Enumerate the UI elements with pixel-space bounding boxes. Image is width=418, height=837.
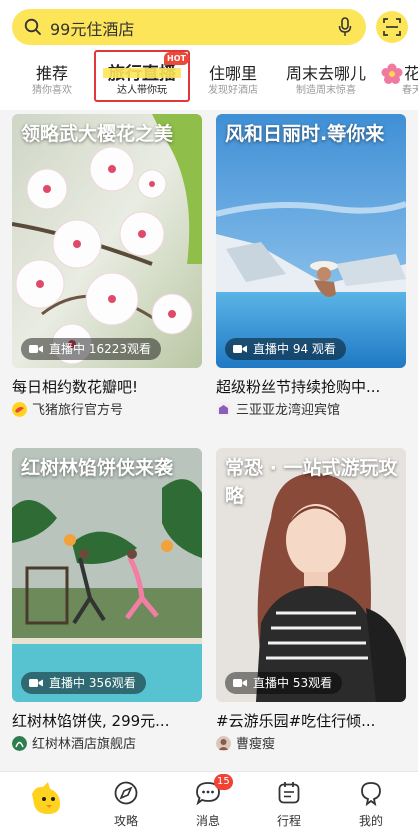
card-title[interactable]: 红树林馅饼侠, 299元...: [12, 710, 202, 732]
card-thumbnail[interactable]: 红树林馅饼侠来袭 直播中 356观看: [12, 448, 202, 702]
live-viewers-badge: 直播中 356观看: [21, 672, 146, 694]
infinity-pool-image: [216, 114, 406, 368]
card-thumbnail[interactable]: 常恐 · 一站式游玩攻略 直播中 53观看: [216, 448, 406, 702]
hotel-avatar-icon: [12, 735, 27, 751]
search-icon: [24, 18, 41, 35]
hot-badge: HOT: [164, 52, 189, 65]
cherry-blossom-image: [12, 114, 202, 368]
tab-subtitle: 春天: [402, 85, 418, 96]
card-author[interactable]: 飞猪旅行官方号: [12, 401, 202, 420]
card-title[interactable]: 每日相约数花瓣吧!: [12, 376, 202, 398]
card-title[interactable]: 超级粉丝节持续抢购中...: [216, 376, 406, 398]
tab-title: 周末去哪儿: [285, 64, 366, 83]
live-viewers-badge: 直播中 53观看: [225, 672, 343, 694]
scan-button[interactable]: [376, 11, 408, 43]
resort-pool-image: [12, 448, 202, 702]
nav-label: 行程: [276, 814, 301, 828]
live-viewers-text: 直播中 356观看: [49, 676, 136, 690]
header: 99元住酒店: [0, 0, 418, 56]
author-name: 三亚亚龙湾迎宾馆: [236, 403, 341, 418]
category-tabs: 推荐 猜你喜欢 旅行直播 达人带你玩 住哪里 发现好酒店 周末去哪儿 制造周末惊…: [0, 56, 418, 110]
tab-title: 推荐: [35, 64, 68, 83]
tab-subtitle: 制造周末惊喜: [296, 85, 356, 96]
card-thumbnail[interactable]: 领略武大樱花之美 直播中 16223观看: [12, 114, 202, 368]
microphone-icon[interactable]: [338, 17, 352, 37]
author-name: 曹瘦瘦: [236, 737, 276, 752]
card-title[interactable]: #云游乐园#吃住行倾...: [216, 710, 406, 732]
nav-guide[interactable]: 攻略: [96, 772, 156, 837]
flower-icon: [381, 63, 403, 84]
bottom-nav: 攻略 15 消息 行程 我的: [0, 771, 418, 837]
fliggy-logo-icon: [32, 782, 60, 814]
nav-home[interactable]: [16, 772, 76, 837]
card-author[interactable]: 红树林酒店旗舰店: [12, 735, 202, 754]
profile-icon: [361, 782, 381, 806]
card-thumbnail[interactable]: 风和日丽时.等你来 直播中 94 观看: [216, 114, 406, 368]
card-author[interactable]: 曹瘦瘦: [216, 735, 406, 754]
live-viewers-text: 直播中 94 观看: [253, 342, 336, 356]
nav-label: 我的: [358, 814, 383, 828]
tab-weekend-trips[interactable]: 周末去哪儿 制造周末惊喜: [282, 56, 370, 110]
card-image-title: 红树林馅饼侠来袭: [21, 457, 174, 479]
nav-label: 消息: [195, 814, 220, 828]
tab-title: 住哪里: [208, 64, 257, 83]
tab-where-to-stay[interactable]: 住哪里 发现好酒店: [200, 56, 266, 110]
live-viewers-text: 直播中 16223观看: [49, 342, 151, 356]
card-image-title: 风和日丽时.等你来: [225, 123, 385, 145]
unread-count-badge: 15: [214, 774, 233, 790]
author-name: 红树林酒店旗舰店: [32, 737, 137, 752]
tab-subtitle: 猜你喜欢: [32, 85, 72, 96]
tab-subtitle: 发现好酒店: [208, 85, 258, 96]
live-viewers-badge: 直播中 16223观看: [21, 338, 161, 360]
video-camera-icon: [29, 344, 43, 353]
fliggy-avatar-icon: [12, 401, 27, 417]
nav-messages[interactable]: 15 消息: [178, 772, 238, 837]
hotel-avatar-icon: [216, 401, 231, 417]
search-input[interactable]: 99元住酒店: [50, 16, 134, 40]
video-camera-icon: [233, 678, 247, 687]
itinerary-icon: [278, 782, 300, 804]
nav-itinerary[interactable]: 行程: [259, 772, 319, 837]
compass-icon: [114, 781, 138, 805]
user-avatar-icon: [216, 735, 231, 751]
nav-label: 攻略: [113, 814, 138, 828]
card-image-title: 常恐 · 一站式游玩攻略: [225, 457, 398, 507]
live-viewers-badge: 直播中 94 观看: [225, 338, 346, 360]
card-author[interactable]: 三亚亚龙湾迎宾馆: [216, 401, 406, 420]
author-name: 飞猪旅行官方号: [32, 403, 124, 418]
tab-recommend[interactable]: 推荐 猜你喜欢: [24, 56, 80, 110]
card-image-title: 领略武大樱花之美: [21, 123, 174, 145]
live-viewers-text: 直播中 53观看: [253, 676, 333, 690]
search-bar[interactable]: 99元住酒店: [12, 9, 366, 45]
nav-profile[interactable]: 我的: [341, 772, 401, 837]
scan-icon: [383, 18, 401, 36]
video-camera-icon: [233, 344, 247, 353]
video-camera-icon: [29, 678, 43, 687]
